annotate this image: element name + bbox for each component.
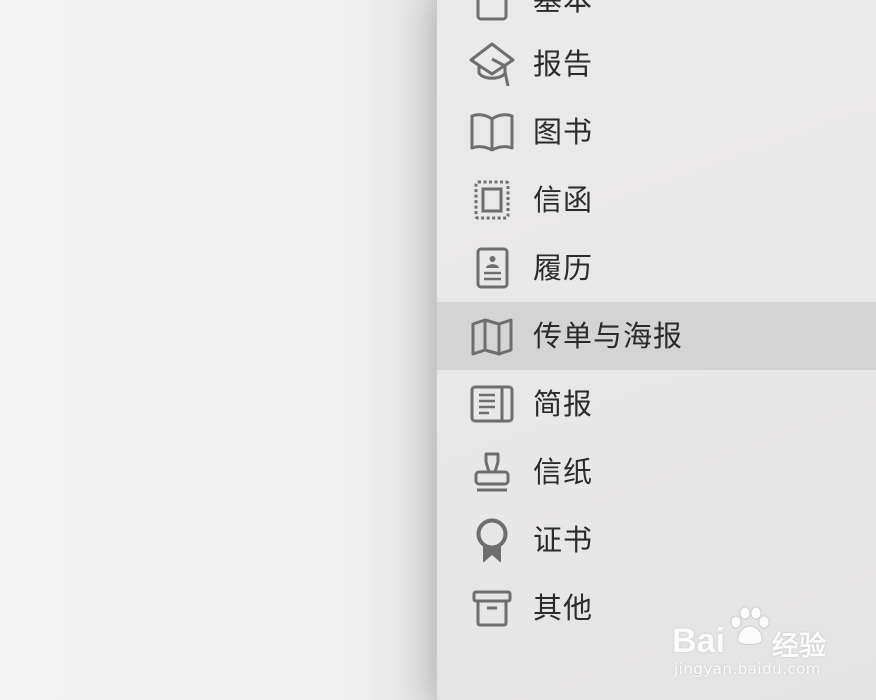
sidebar-item-label: 信函 (533, 183, 594, 217)
sidebar-item-newsletters[interactable]: 简报 (437, 370, 876, 438)
newspaper-icon (469, 382, 515, 426)
award-ribbon-icon (469, 518, 515, 562)
sidebar-item-label: 基本 (533, 0, 594, 17)
graduation-cap-icon (469, 42, 515, 86)
open-book-icon (469, 110, 515, 154)
sidebar-item-label: 信纸 (533, 455, 594, 489)
sidebar-item-resume[interactable]: 履历 (437, 234, 876, 302)
baidu-jingyan-watermark: Bai 经验 jingyan.baidu.com (670, 604, 870, 684)
document-icon (469, 0, 515, 22)
watermark-url: jingyan.baidu.com (674, 660, 821, 678)
sidebar-item-label: 履历 (533, 251, 594, 285)
sidebar-item-stationery[interactable]: 信纸 (437, 438, 876, 506)
sidebar-item-label: 简报 (533, 387, 594, 421)
map-icon (469, 314, 515, 358)
watermark-brand: Bai (672, 622, 725, 660)
sidebar-item-report[interactable]: 报告 (437, 30, 876, 98)
stamp-frame-icon (469, 178, 515, 222)
rubber-stamp-icon (469, 450, 515, 494)
sidebar-item-letters[interactable]: 信函 (437, 166, 876, 234)
template-category-sidebar: 基本 报告 图书 信函 履历 传单与海报 简报 信纸 证书 其他 (436, 0, 876, 700)
sidebar-item-label: 证书 (533, 523, 594, 557)
watermark-product: 经验 (772, 631, 826, 662)
sidebar-item-label: 其他 (533, 591, 594, 625)
archive-box-icon (469, 586, 515, 630)
sidebar-item-basic[interactable]: 基本 (437, 0, 876, 34)
window: 基本 报告 图书 信函 履历 传单与海报 简报 信纸 证书 其他 Bai 经验 … (0, 0, 876, 700)
sidebar-item-label: 报告 (533, 47, 594, 81)
sidebar-item-certificates[interactable]: 证书 (437, 506, 876, 574)
sidebar-item-label: 图书 (533, 115, 594, 149)
template-preview-area (0, 0, 436, 700)
id-card-icon (469, 246, 515, 290)
sidebar-item-flyers-posters[interactable]: 传单与海报 (437, 302, 876, 370)
sidebar-item-books[interactable]: 图书 (437, 98, 876, 166)
sidebar-item-label: 传单与海报 (533, 319, 684, 353)
paw-icon (730, 606, 770, 645)
